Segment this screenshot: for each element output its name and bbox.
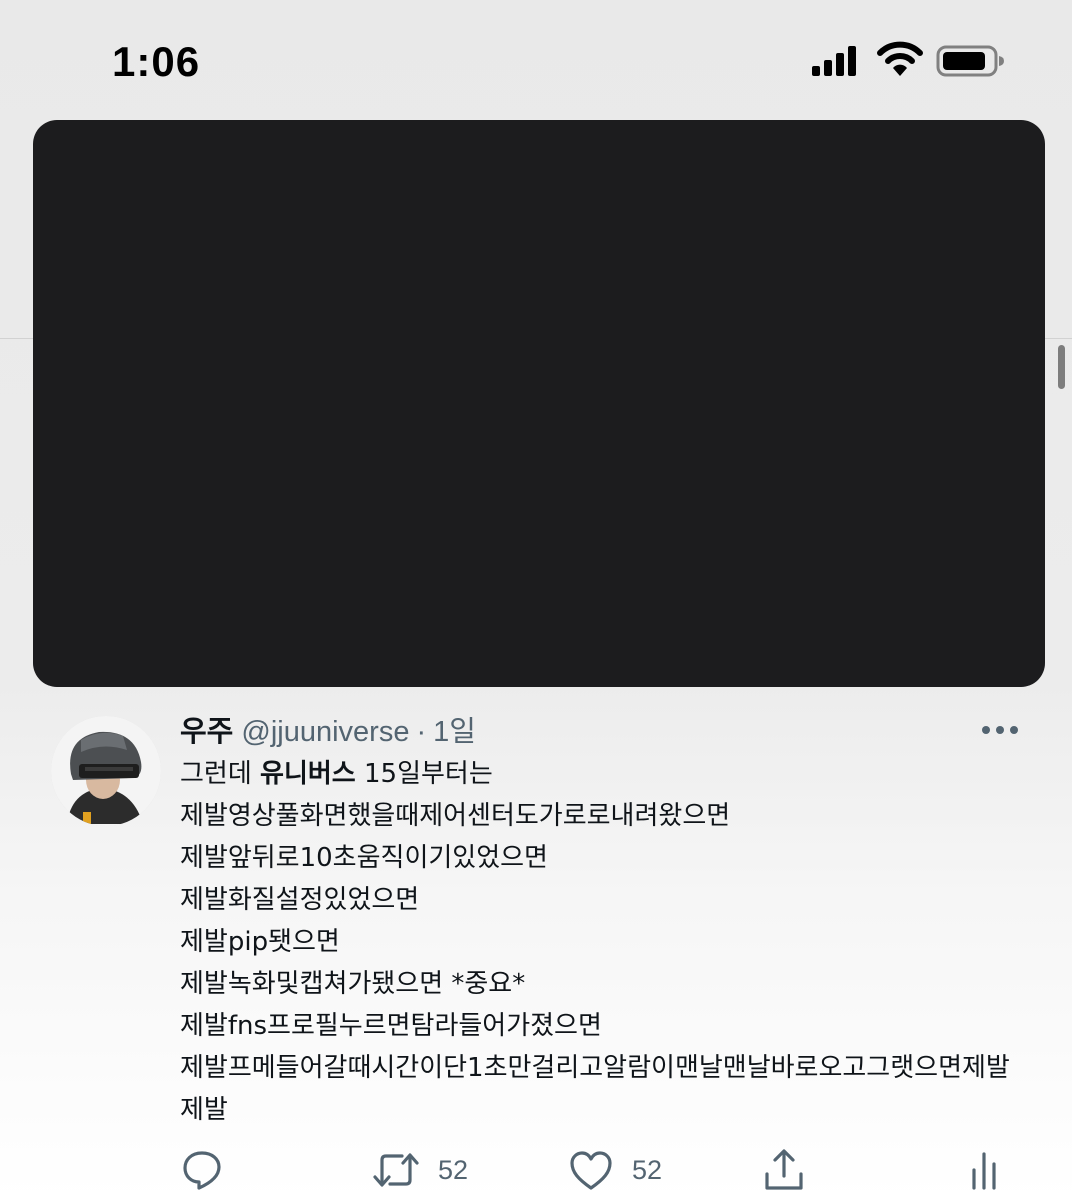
analytics-button[interactable] — [970, 1145, 1000, 1195]
tweet-line: 그런데 유니버스 15일부터는 — [180, 753, 1040, 795]
retweet-button[interactable]: 52 — [372, 1145, 468, 1195]
video-player[interactable] — [33, 120, 1045, 687]
share-button[interactable] — [762, 1145, 806, 1195]
author-handle[interactable]: @jjuuniverse — [241, 716, 409, 748]
analytics-icon — [972, 1152, 996, 1190]
tweet-line-suffix: 15일부터는 — [355, 759, 493, 789]
scrollbar-thumb[interactable] — [1058, 345, 1065, 389]
tweet-text: 그런데 유니버스 15일부터는 제발영상풀화면했을때제어센터도가로로내려왔으면 … — [180, 753, 1040, 1131]
like-button[interactable]: 52 — [568, 1145, 662, 1195]
tweet-line: 제발pip됏으면 — [180, 927, 340, 957]
status-bar: 1:06 — [0, 0, 1072, 110]
wifi-icon — [876, 40, 924, 78]
more-options-icon[interactable] — [978, 716, 1022, 744]
retweet-count: 52 — [438, 1154, 469, 1185]
retweet-icon — [373, 1153, 419, 1187]
tweet-header: 우주 @jjuuniverse · 1일 — [180, 712, 476, 752]
tweet-line: 제발영상풀화면했을때제어센터도가로로내려왔으면 — [180, 801, 731, 831]
mention-link[interactable]: 유니버스 — [260, 759, 356, 789]
tweet-line-prefix: 그런데 — [180, 759, 261, 789]
header-separator: · — [416, 716, 427, 748]
share-icon — [765, 1149, 803, 1190]
battery-icon — [936, 44, 1006, 78]
tweet-line: 제발화질설정있었으면 — [180, 885, 420, 915]
like-count: 52 — [632, 1154, 663, 1185]
tweet-line: 제발프메들어갈때시간이단1초만걸리고알람이맨날맨날바로오고그랫으면제발제발 — [180, 1053, 1010, 1125]
heart-icon — [570, 1151, 612, 1190]
author-display-name[interactable]: 우주 — [180, 716, 233, 748]
reply-icon — [183, 1151, 221, 1190]
reply-button[interactable] — [180, 1145, 242, 1195]
avatar[interactable] — [51, 716, 161, 826]
status-time: 1:06 — [112, 38, 201, 85]
tweet-line: 제발앞뒤로10초움직이기있었으면 — [180, 843, 548, 873]
cellular-signal-icon — [812, 44, 858, 76]
tweet-line: 제발녹화및캡쳐가됐으면 *중요* — [180, 969, 526, 999]
tweet-timestamp[interactable]: 1일 — [433, 716, 476, 748]
tweet-action-bar: 52 52 — [180, 1145, 1010, 1195]
tweet-line: 제발fns프로필누르면탐라들어가졌으면 — [180, 1011, 602, 1041]
